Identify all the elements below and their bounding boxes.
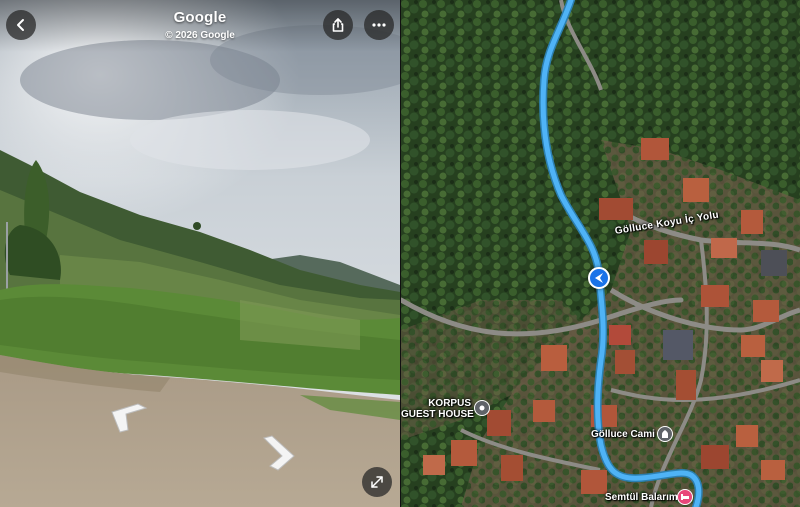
street-view-pane[interactable]: Google © 2026 Google xyxy=(0,0,400,507)
poi-label-cami: Gölluce Cami xyxy=(591,429,655,440)
more-horizontal-icon xyxy=(372,23,386,27)
share-button[interactable] xyxy=(323,10,353,40)
navigate-left-arrow[interactable] xyxy=(108,400,150,434)
lodging-icon xyxy=(681,494,689,500)
poi-label-semtul: Semtül Balarım xyxy=(605,492,678,503)
poi-label-korpus-line1: KORPUS xyxy=(428,398,471,409)
poi-semtul-balarim[interactable] xyxy=(677,489,693,505)
current-location-marker[interactable] xyxy=(588,267,610,289)
pin-icon xyxy=(479,405,485,411)
poi-label-korpus: KORPUS GUEST HOUSE xyxy=(401,398,474,420)
navigate-forward-arrow[interactable] xyxy=(258,434,298,472)
share-icon xyxy=(332,18,344,32)
mosque-icon xyxy=(662,430,668,438)
navigation-arrow-icon xyxy=(595,273,603,283)
street-view-image[interactable] xyxy=(0,0,400,507)
expand-button[interactable] xyxy=(362,467,392,497)
satellite-map[interactable]: Gölluce Koyu İç Yolu KORPUS GUEST HOUSE … xyxy=(401,0,800,507)
poi-golluce-cami[interactable] xyxy=(657,426,673,442)
poi-label-korpus-line2: GUEST HOUSE xyxy=(401,409,474,420)
expand-icon xyxy=(371,476,383,488)
poi-korpus-guest-house[interactable] xyxy=(474,400,490,416)
more-options-button[interactable] xyxy=(364,10,394,40)
